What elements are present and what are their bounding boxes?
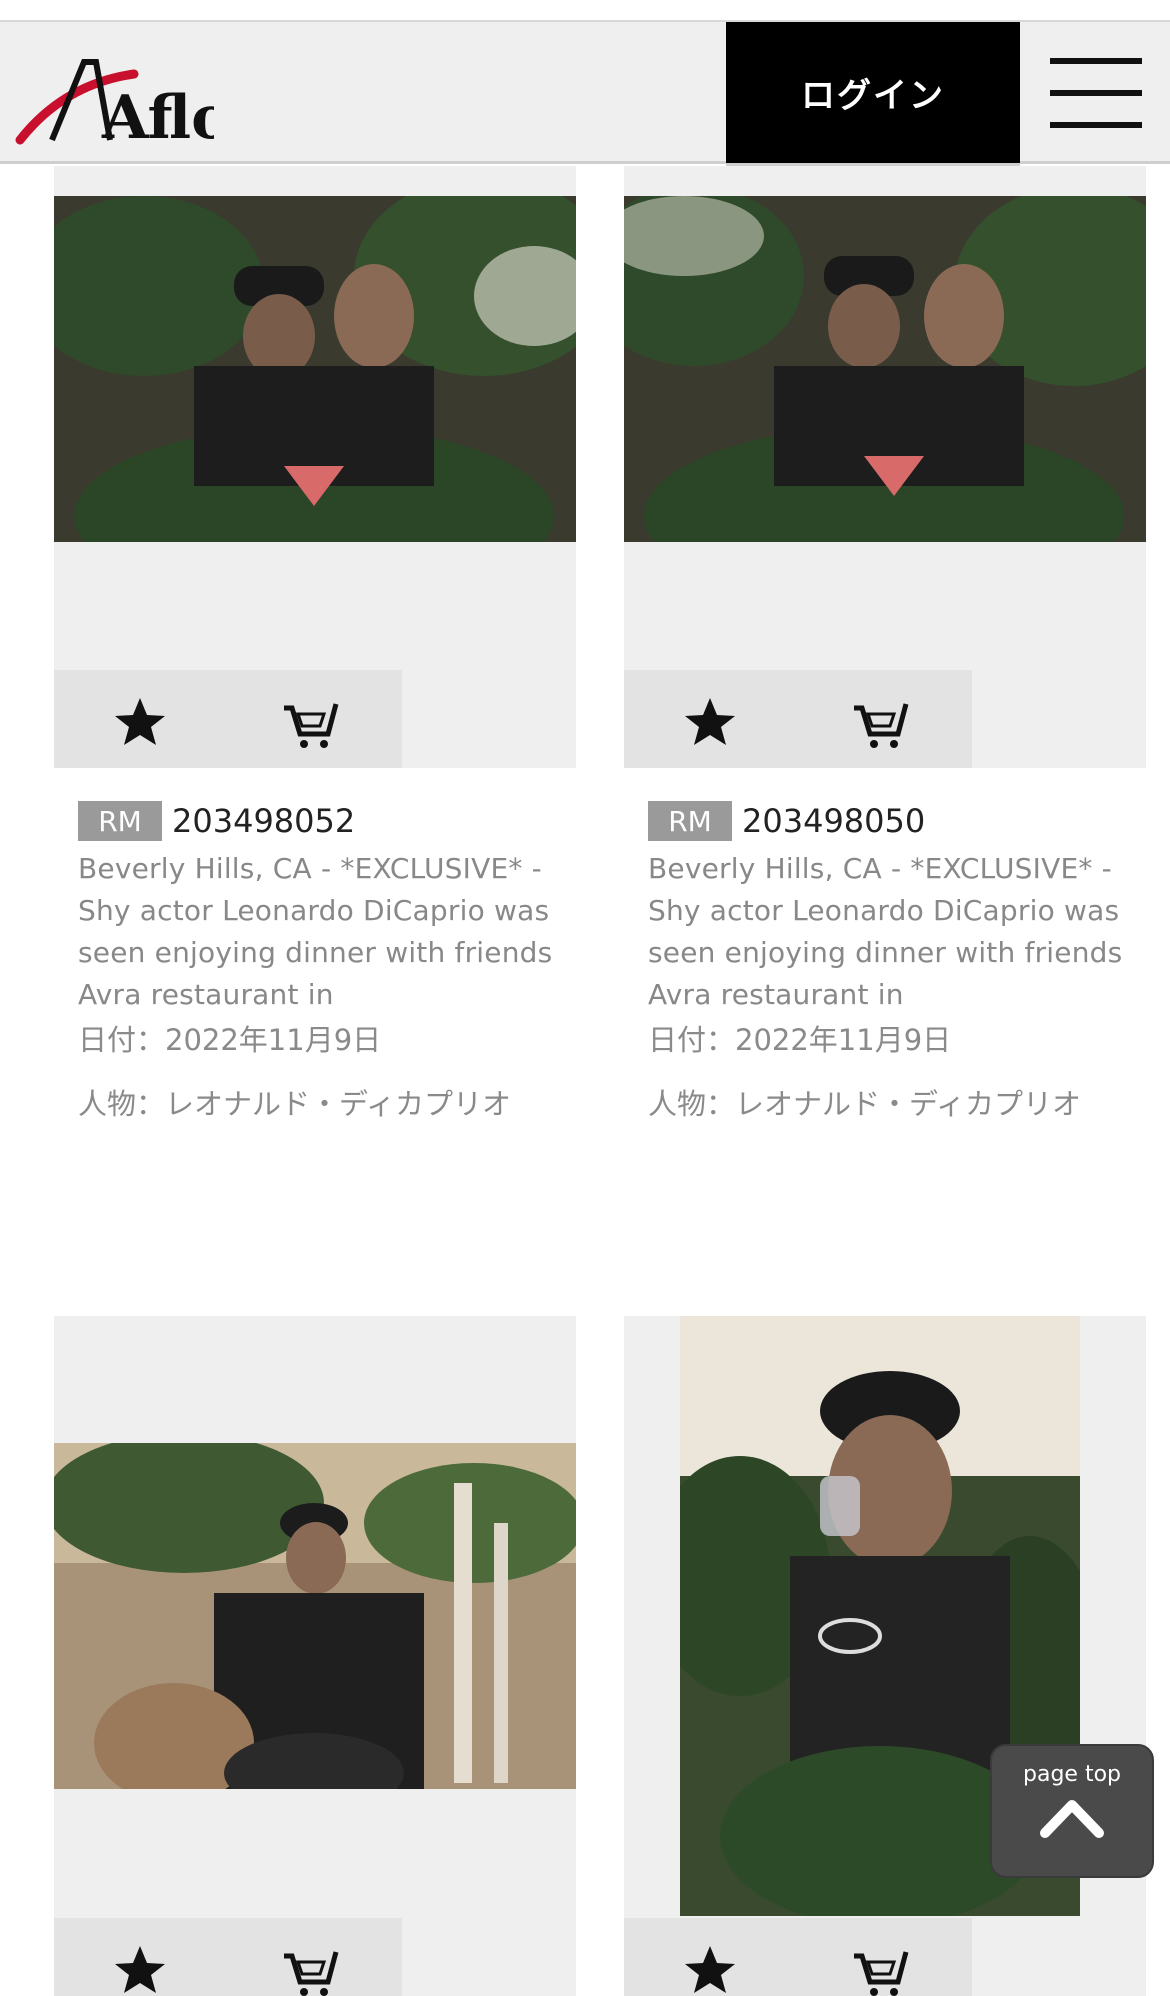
thumbnail-area[interactable] xyxy=(624,166,1146,768)
thumbnail-area[interactable] xyxy=(624,1316,1146,1996)
chevron-up-icon xyxy=(1040,1800,1104,1838)
cart-icon[interactable] xyxy=(280,1940,340,1996)
thumbnail-area[interactable] xyxy=(54,166,576,768)
photo-date: 日付：2022年11月9日 xyxy=(78,1023,382,1057)
login-button[interactable]: ログイン xyxy=(726,22,1020,166)
photo-id[interactable]: 203498050 xyxy=(742,802,925,840)
action-bar xyxy=(624,1918,972,1996)
photo-thumbnail[interactable] xyxy=(54,196,576,542)
page-top-button[interactable]: page top xyxy=(990,1744,1154,1878)
photo-person: 人物：レオナルド・ディカプリオ xyxy=(648,1087,1081,1121)
aflo-logo[interactable]: Aflo xyxy=(14,44,231,154)
action-bar xyxy=(54,1918,402,1996)
photo-thumbnail[interactable] xyxy=(624,196,1146,542)
svg-text:Aflo: Aflo xyxy=(101,83,214,153)
rights-badge: RM xyxy=(78,801,162,841)
photo-caption: Beverly Hills, CA - *EXCLUSIVE* - Shy ac… xyxy=(78,852,553,1011)
cart-icon[interactable] xyxy=(850,692,910,752)
rights-badge: RM xyxy=(648,801,732,841)
action-bar xyxy=(54,670,402,768)
thumbnail-area[interactable] xyxy=(54,1316,576,1996)
photo-meta: RM 203498050 Beverly Hills, CA - *EXCLUS… xyxy=(648,800,1128,1128)
photo-caption: Beverly Hills, CA - *EXCLUSIVE* - Shy ac… xyxy=(648,852,1123,1011)
page-top-label: page top xyxy=(1023,1762,1121,1787)
photo-date: 日付：2022年11月9日 xyxy=(648,1023,952,1057)
star-icon[interactable] xyxy=(110,1940,170,1996)
star-icon[interactable] xyxy=(680,692,740,752)
star-icon[interactable] xyxy=(110,692,170,752)
action-bar xyxy=(624,670,972,768)
photo-meta: RM 203498052 Beverly Hills, CA - *EXCLUS… xyxy=(78,800,558,1128)
photo-id[interactable]: 203498052 xyxy=(172,802,355,840)
hamburger-icon[interactable] xyxy=(1050,52,1144,132)
cart-icon[interactable] xyxy=(850,1940,910,1996)
cart-icon[interactable] xyxy=(280,692,340,752)
site-header: Aflo ログイン xyxy=(0,20,1170,166)
photo-person: 人物：レオナルド・ディカプリオ xyxy=(78,1087,511,1121)
photo-thumbnail[interactable] xyxy=(54,1443,576,1789)
star-icon[interactable] xyxy=(680,1940,740,1996)
